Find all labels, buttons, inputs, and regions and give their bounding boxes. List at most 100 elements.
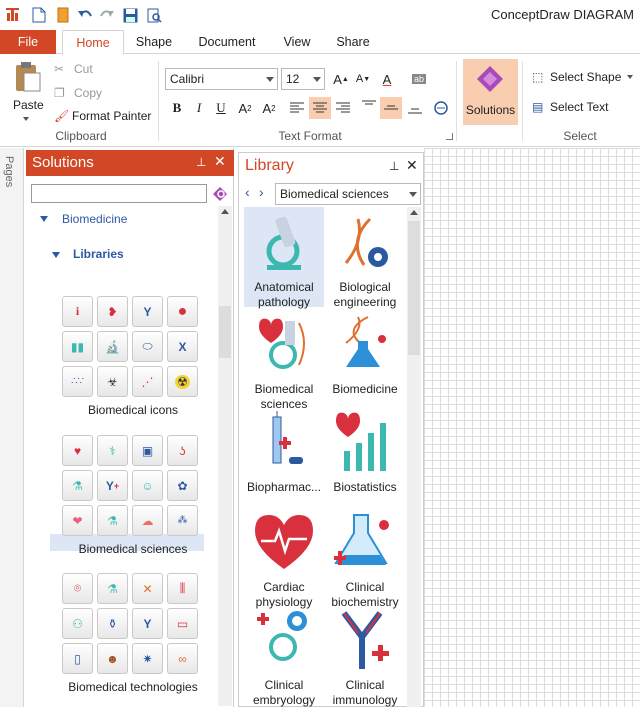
select-text-button[interactable]: ▤ Select Text <box>532 97 608 117</box>
tab-file[interactable]: File <box>0 30 56 54</box>
close-icon[interactable]: ✕ <box>406 157 418 174</box>
format-painter-button[interactable]: 🖌 Format Painter <box>54 106 151 126</box>
info-icon: i <box>62 296 93 327</box>
location-pin-icon: ⌾ <box>62 573 93 604</box>
close-icon[interactable]: ✕ <box>214 153 226 170</box>
library-item-biomedical-sciences[interactable]: Biomedical sciences <box>244 313 324 412</box>
library-thumb-biomedical-sciences[interactable]: ♥ ⚕ ▣ ʖ ⚗ Y + ☺ ✿ ❤ ⚗ ☁ ⁂ Biomedical scie… <box>60 435 206 556</box>
blood-bag-icon: ▭ <box>167 608 198 639</box>
open-document-icon[interactable] <box>54 6 72 24</box>
paintbrush-icon: 🖌 <box>54 109 70 123</box>
pin-icon[interactable]: ⊥ <box>389 159 399 173</box>
chevron-down-icon <box>266 77 274 82</box>
font-family-select[interactable]: Calibri <box>165 68 278 90</box>
antibody-icon <box>341 611 389 669</box>
solutions-label: Solutions <box>465 103 516 117</box>
cut-button[interactable]: ✂ Cut <box>54 59 93 79</box>
scrollbar[interactable] <box>218 206 232 706</box>
solutions-button[interactable]: Solutions <box>463 59 518 125</box>
align-middle-icon[interactable] <box>380 97 402 119</box>
library-item-biological-engineering[interactable]: Biological engineering <box>325 211 405 310</box>
select-text-icon: ▤ <box>532 100 544 114</box>
pages-strip[interactable] <box>0 148 24 707</box>
tab-share[interactable]: Share <box>330 30 376 54</box>
test-tubes-icon: ⫼ <box>167 573 198 604</box>
superscript-icon[interactable]: A2 <box>234 97 256 119</box>
tab-document[interactable]: Document <box>192 30 262 54</box>
tree-item-libraries[interactable]: Libraries <box>73 247 124 261</box>
pin-icon[interactable]: ⊥ <box>196 155 206 169</box>
library-item-biopharmac[interactable]: Biopharmac... <box>244 411 324 495</box>
paste-label: Paste <box>13 98 44 112</box>
brain-icon: ☁ <box>132 505 163 536</box>
font-color-icon[interactable]: A <box>376 68 398 90</box>
tab-shape[interactable]: Shape <box>130 30 178 54</box>
syringe-icon: ❥ <box>97 296 128 327</box>
align-right-icon[interactable] <box>332 97 354 119</box>
library-label: Biomedical technologies <box>68 680 198 694</box>
library-item-biomedicine[interactable]: Biomedicine <box>325 313 405 397</box>
undo-icon[interactable] <box>76 6 94 24</box>
scroll-up-icon[interactable] <box>221 209 229 214</box>
lab-bottle-icon: ⚱ <box>97 608 128 639</box>
antibody-icon: Y <box>132 608 163 639</box>
copy-button[interactable]: ❐ Copy <box>54 83 102 103</box>
search-icon[interactable] <box>211 185 229 203</box>
align-left-icon[interactable] <box>286 97 308 119</box>
expand-arrow-icon[interactable] <box>40 216 48 222</box>
scrollbar-thumb[interactable] <box>219 306 231 358</box>
embryo-icon <box>257 611 307 661</box>
dna-helix-icon: ∞ <box>167 643 198 674</box>
italic-icon[interactable]: I <box>188 97 210 119</box>
icon-grid: i ❥ Y ● ▮▮ 🔬 ⬭ X ∴∵ ☣ ⋰ ☢ <box>62 296 206 397</box>
text-box-icon[interactable] <box>430 97 452 119</box>
scrollbar-thumb[interactable] <box>408 221 420 355</box>
redo-icon[interactable] <box>98 6 116 24</box>
library-panel: Library ⊥ ✕ ‹ › Biomedical sciences Anat… <box>238 152 424 707</box>
align-top-icon[interactable] <box>358 95 380 117</box>
tree-item-biomedicine[interactable]: Biomedicine <box>62 212 127 226</box>
print-preview-icon[interactable] <box>145 6 163 24</box>
scroll-up-icon[interactable] <box>410 210 418 215</box>
save-icon[interactable] <box>121 6 139 24</box>
library-select[interactable]: Biomedical sciences <box>275 183 421 205</box>
paste-button[interactable]: Paste <box>8 59 48 131</box>
library-thumb-biomedical-technologies[interactable]: ⌾ ⚗ ✕ ⫼ ⚇ ⚱ Y ▭ ▯ ☻ ✷ ∞ Biomedical techn… <box>60 573 206 694</box>
library-item-clinical-embryology[interactable]: Clinical embryology <box>244 609 324 708</box>
heart-chart-icon <box>336 412 386 471</box>
tab-view[interactable]: View <box>276 30 318 54</box>
library-item-clinical-biochemistry[interactable]: Clinical biochemistry <box>325 511 405 610</box>
library-item-cardiac-physiology[interactable]: Cardiac physiology <box>244 511 324 610</box>
shrink-font-icon[interactable]: A ▼ <box>352 68 374 90</box>
new-document-icon[interactable] <box>30 6 48 24</box>
underline-icon[interactable]: U <box>210 97 232 119</box>
library-item-clinical-immunology[interactable]: Clinical immunology <box>325 609 405 708</box>
library-item-anatomical-pathology[interactable]: Anatomical pathology <box>244 211 324 310</box>
align-center-icon[interactable] <box>309 97 331 119</box>
align-bottom-icon[interactable] <box>404 97 426 119</box>
chevron-left-icon[interactable]: ‹ <box>245 184 250 200</box>
tab-home[interactable]: Home <box>62 30 124 55</box>
dna-gear-icon <box>344 217 388 267</box>
font-size-select[interactable]: 12 <box>281 68 325 90</box>
subscript-icon[interactable]: A2 <box>258 97 280 119</box>
solutions-search-input[interactable] <box>31 184 207 203</box>
drawing-canvas[interactable] <box>424 148 640 707</box>
heart-pulse-icon: ♥ <box>62 435 93 466</box>
library-item-biostatistics[interactable]: Biostatistics <box>325 411 405 495</box>
expand-arrow-icon[interactable] <box>52 252 60 258</box>
chevron-right-icon[interactable]: › <box>259 184 264 200</box>
text-highlight-icon[interactable]: ab <box>408 68 430 90</box>
microscope-icon: 🔬 <box>97 331 128 362</box>
radiation-icon: ☢ <box>167 366 198 397</box>
scrollbar[interactable] <box>407 207 421 707</box>
bold-icon[interactable]: B <box>166 97 188 119</box>
neuron-icon: ✷ <box>132 643 163 674</box>
library-thumb-biomedical-icons[interactable]: i ❥ Y ● ▮▮ 🔬 ⬭ X ∴∵ ☣ ⋰ ☢ Biomedical ico… <box>60 296 206 417</box>
grow-font-icon[interactable]: A ▲ <box>330 68 352 90</box>
solutions-panel: Solutions ⊥ ✕ Biomedicine Libraries i ❥ … <box>26 148 234 707</box>
dialog-launcher-icon[interactable] <box>446 133 453 140</box>
app-logo-icon <box>4 6 22 24</box>
select-shape-button[interactable]: ⬚ Select Shape <box>532 67 634 87</box>
library-label: Biomedical icons <box>87 403 179 417</box>
